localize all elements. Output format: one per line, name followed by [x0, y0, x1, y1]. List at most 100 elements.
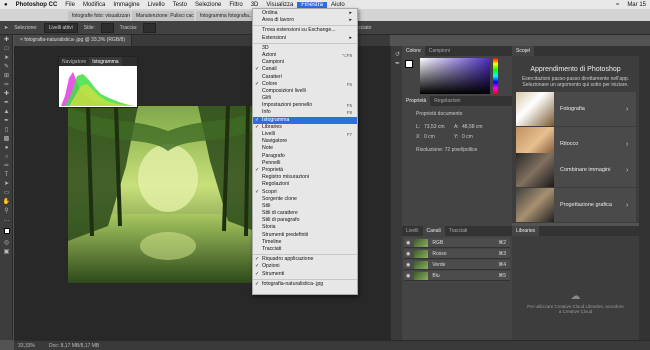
window-menu-item[interactable]: ✓ Libraries — [253, 124, 357, 131]
window-menu-item[interactable]: Campioni — [253, 59, 357, 66]
window-menu-item[interactable]: Storia — [253, 224, 357, 231]
tab-istogramma[interactable]: Istogramma — [89, 57, 122, 66]
menu-selezione[interactable]: Selezione — [191, 2, 225, 8]
channel-row[interactable]: ◉ Verde ⌘4 — [404, 260, 510, 270]
window-menu-item[interactable]: ✓ Opzioni — [253, 263, 357, 270]
menu-modifica[interactable]: Modifica — [79, 2, 109, 8]
window-menu-item[interactable]: ✓ Proprietà — [253, 167, 357, 174]
type-tool-icon[interactable]: T — [0, 170, 13, 179]
document-image[interactable] — [68, 106, 268, 283]
window-menu-item[interactable]: Stili di paragrafo — [253, 217, 357, 224]
tab-navigatore[interactable]: Navigatore — [59, 57, 89, 66]
window-menu-item[interactable]: ✓ Scopri — [253, 189, 357, 196]
tab-proprieta[interactable]: Proprietà — [402, 96, 431, 106]
window-menu-item[interactable]: Livelli F7 — [253, 131, 357, 138]
menu-file[interactable]: File — [61, 2, 79, 8]
marquee-tool-icon[interactable]: □ — [0, 44, 13, 53]
window-menu-item[interactable]: Composizioni livelli — [253, 88, 357, 95]
lasso-tool-icon[interactable]: ➤ — [0, 53, 13, 62]
window-menu-item[interactable]: Regolazioni — [253, 181, 357, 188]
quick-select-tool-icon[interactable]: ✎ — [0, 62, 13, 71]
window-menu-item[interactable]: Timeline — [253, 239, 357, 246]
foreground-swatch[interactable] — [405, 60, 413, 68]
window-menu-item[interactable]: ✓ Canali — [253, 66, 357, 73]
visibility-eye-icon[interactable]: ◉ — [406, 262, 410, 268]
window-menu-item[interactable]: Paragrafo — [253, 153, 357, 160]
window-menu-item[interactable]: Impostazioni pennello F5 — [253, 102, 357, 109]
window-menu-item[interactable]: Stili — [253, 203, 357, 210]
tab-colore[interactable]: Colore — [402, 46, 425, 56]
learn-card-progettazione[interactable]: Progettazione grafica › — [516, 188, 636, 222]
eraser-tool-icon[interactable]: ▯ — [0, 125, 13, 134]
background-tab[interactable]: fotografie foto: visualizzare... — [68, 11, 130, 21]
menu-app-name[interactable]: Photoshop CC — [12, 2, 62, 8]
properties-x-value[interactable]: 0 cm — [424, 134, 435, 140]
properties-y-value[interactable]: 0 cm — [462, 134, 473, 140]
background-tab[interactable]: Manutenzione: Pulisci cache... — [132, 11, 194, 21]
menu-livello[interactable]: Livello — [144, 2, 169, 8]
channel-row[interactable]: ◉ Rosso ⌘3 — [404, 249, 510, 259]
tab-livelli[interactable]: Livelli — [402, 226, 423, 236]
zoom-level[interactable]: 33,33% — [18, 343, 35, 349]
window-menu-item[interactable]: Info F8 — [253, 109, 357, 116]
color-picker-field[interactable] — [420, 58, 490, 94]
channel-row[interactable]: ◉ RGB ⌘2 — [404, 238, 510, 248]
menu-aiuto[interactable]: Aiuto — [327, 2, 349, 8]
visibility-eye-icon[interactable]: ◉ — [406, 240, 410, 246]
brush-tool-icon[interactable]: ✒ — [0, 98, 13, 107]
apple-icon[interactable]: ● — [0, 2, 12, 8]
properties-a-value[interactable]: 48,58 cm — [462, 124, 483, 130]
healing-brush-icon[interactable]: ✚ — [0, 89, 13, 98]
window-menu-item[interactable]: Pennelli — [253, 160, 357, 167]
window-menu-item[interactable]: Azioni ⌥F9 — [253, 52, 357, 59]
screen-mode-icon[interactable]: ▣ — [0, 247, 13, 256]
tab-campioni[interactable]: Campioni — [425, 46, 454, 56]
window-menu-item[interactable]: Stili di carattere — [253, 210, 357, 217]
menu-visualizza[interactable]: Visualizza — [262, 2, 297, 8]
window-menu-item[interactable]: Area di lavoro ▸ — [253, 17, 357, 24]
clone-stamp-icon[interactable]: ▲ — [0, 107, 13, 116]
menu-immagine[interactable]: Immagine — [109, 2, 143, 8]
window-menu-item[interactable]: ✓ Riquadro applicazione — [253, 256, 357, 263]
wifi-icon[interactable]: ≈ — [612, 2, 623, 8]
window-menu-item[interactable]: 3D — [253, 45, 357, 52]
menu-filtro[interactable]: Filtro — [225, 2, 246, 8]
more-tools-icon[interactable]: … — [0, 215, 13, 224]
hand-tool-icon[interactable]: ✋ — [0, 197, 13, 206]
move-tool-icon[interactable]: ✚ — [0, 35, 13, 44]
window-menu-item[interactable]: Sorgente clone — [253, 196, 357, 203]
window-menu-item[interactable]: Trova estensioni su Exchange... — [253, 27, 357, 34]
hue-slider[interactable] — [493, 58, 498, 94]
visibility-eye-icon[interactable]: ◉ — [406, 273, 410, 279]
window-menu-item[interactable]: Note — [253, 145, 357, 152]
window-menu-item[interactable]: Tracciati — [253, 246, 357, 253]
crop-tool-icon[interactable]: ⊞ — [0, 71, 13, 80]
tab-regolazioni[interactable]: Regolazioni — [430, 96, 464, 106]
window-menu-item[interactable]: ✓ Colore F6 — [253, 81, 357, 88]
menu-testo[interactable]: Testo — [169, 2, 191, 8]
window-menu-item[interactable]: Ordina ▸ — [253, 10, 357, 17]
window-menu-item[interactable]: ✓ Strumenti — [253, 271, 357, 278]
document-tab[interactable]: × fotografia-naturalistica-.jpg @ 33,3% … — [14, 35, 132, 46]
window-menu-item[interactable]: Caratteri — [253, 74, 357, 81]
path-select-tool-icon[interactable]: ➤ — [0, 179, 13, 188]
path-select-tool-icon[interactable]: ➤ — [4, 25, 8, 31]
quick-mask-icon[interactable]: ◎ — [0, 238, 13, 247]
selection-mode-select[interactable]: Livelli attivi — [43, 22, 78, 33]
doc-size[interactable]: Doc: 8,17 MB/8,17 MB — [49, 343, 99, 349]
tab-scopri[interactable]: Scopri — [512, 46, 535, 56]
channel-row[interactable]: ◉ Blu ⌘5 — [404, 271, 510, 281]
history-brush-icon[interactable]: ✒ — [0, 116, 13, 125]
tab-canali[interactable]: Canali — [422, 226, 445, 236]
background-tab[interactable]: fotogramma fotografia... — [196, 11, 258, 21]
blur-tool-icon[interactable]: ● — [0, 143, 13, 152]
window-menu-item[interactable]: ✓ fotografia-naturalistica-.jpg — [253, 281, 357, 288]
properties-l-value[interactable]: 73,53 cm — [424, 124, 445, 130]
shape-tool-icon[interactable]: ▭ — [0, 188, 13, 197]
gradient-tool-icon[interactable]: ▩ — [0, 134, 13, 143]
learn-card-combinare[interactable]: Combinare immagini › — [516, 153, 636, 187]
window-menu-item[interactable]: Registro misurazioni — [253, 174, 357, 181]
window-menu-item[interactable]: ✓ Istogramma — [253, 116, 357, 124]
window-menu-item[interactable]: Estensioni ▸ — [253, 35, 357, 42]
window-menu-item[interactable]: Strumenti predefiniti — [253, 232, 357, 239]
